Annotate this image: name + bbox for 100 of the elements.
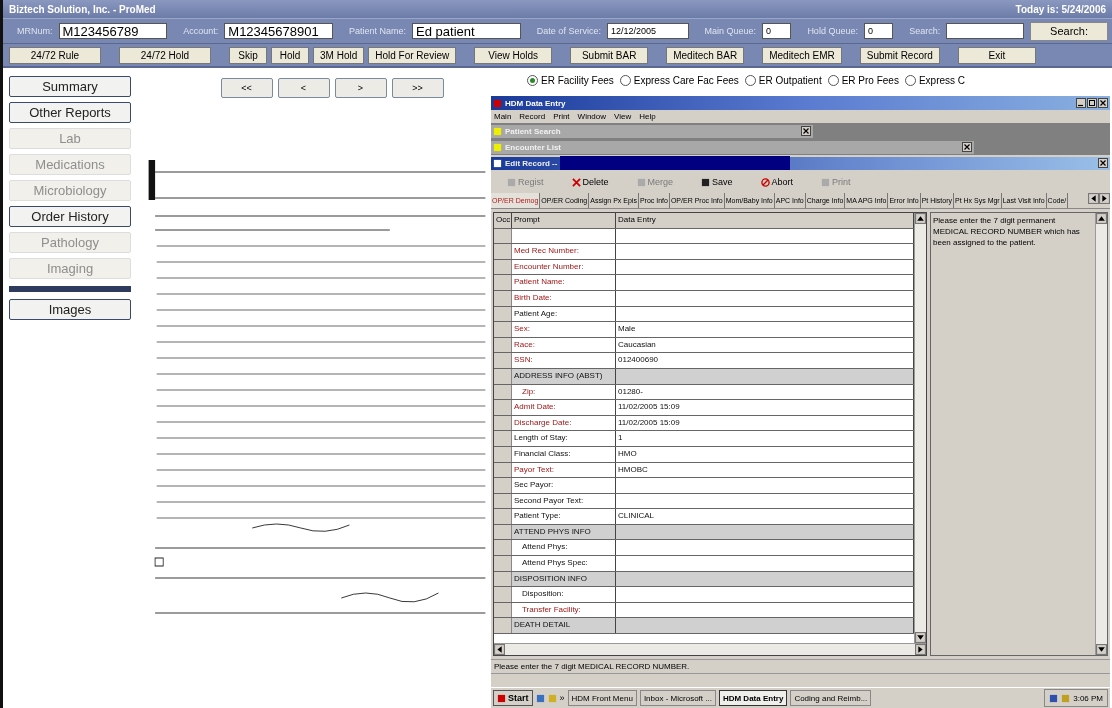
- square-icon: [636, 177, 646, 187]
- menu-item[interactable]: View: [614, 112, 632, 121]
- menu-item[interactable]: Main: [494, 112, 512, 121]
- page-nav-button[interactable]: <: [277, 78, 330, 98]
- page-nav-button[interactable]: >>: [391, 78, 444, 98]
- child-window-bar[interactable]: Edit Record --: [491, 156, 1110, 170]
- fee-type-radio[interactable]: ER Outpatient: [744, 74, 822, 86]
- toolbar-button[interactable]: Delete: [571, 177, 609, 187]
- input-field[interactable]: 12/12/2005: [606, 23, 689, 39]
- field-label: Main Queue:: [704, 26, 757, 36]
- input-field[interactable]: M123456789: [58, 23, 168, 39]
- prompt-label: Admit Date:: [512, 400, 616, 415]
- prompt-label: Length of Stay:: [512, 431, 616, 446]
- prompt-label: Sec Payor:: [512, 478, 616, 493]
- action-button[interactable]: Submit Record: [859, 46, 940, 64]
- fee-type-radio[interactable]: ER Facility Fees: [527, 74, 614, 86]
- fee-type-radio[interactable]: Express C: [904, 74, 966, 86]
- taskbar-button[interactable]: Coding and Reimb...: [790, 690, 872, 706]
- sidebar-button[interactable]: Order History: [9, 206, 131, 227]
- action-button[interactable]: Submit BAR: [570, 46, 649, 64]
- section-heading: DEATH DETAIL: [512, 618, 616, 634]
- menu-item[interactable]: Help: [639, 112, 656, 121]
- prompt-label: Med Rec Number:: [512, 244, 616, 259]
- horizontal-scrollbar[interactable]: [494, 643, 926, 655]
- prompt-label: Patient Type:: [512, 509, 616, 524]
- menu-item[interactable]: Print: [553, 112, 570, 121]
- prompt-label: Patient Name:: [512, 275, 616, 290]
- field-label: Date of Service:: [536, 26, 601, 36]
- field-label: Patient Name:: [349, 26, 407, 36]
- taskbar-button[interactable]: Inbox - Microsoft ...: [639, 690, 716, 706]
- overflow-chevron[interactable]: »: [559, 693, 565, 703]
- input-field[interactable]: 0: [863, 23, 894, 39]
- taskbar-button[interactable]: HDM Front Menu: [567, 690, 637, 706]
- page-nav-button[interactable]: >: [334, 78, 387, 98]
- row-header: [494, 244, 512, 259]
- data-entry-field[interactable]: 1: [616, 431, 914, 446]
- input-field[interactable]: 0: [762, 23, 792, 39]
- row-header: [494, 540, 512, 556]
- stop-icon: [760, 177, 770, 187]
- toolbar-button[interactable]: Save: [701, 177, 733, 187]
- action-button[interactable]: Meditech BAR: [666, 46, 745, 64]
- square-icon: [507, 177, 516, 187]
- action-button[interactable]: Meditech EMR: [762, 46, 842, 64]
- row-header: [494, 478, 512, 493]
- row-header: [494, 322, 512, 337]
- x-icon: [571, 177, 581, 187]
- close-icon[interactable]: [961, 142, 972, 152]
- data-entry-field[interactable]: Male: [616, 322, 914, 337]
- menu-item[interactable]: Record: [519, 112, 546, 121]
- data-entry-field[interactable]: 012400690: [616, 353, 914, 368]
- scroll-arrow-icon[interactable]: [1096, 644, 1107, 655]
- close-icon[interactable]: [800, 126, 811, 136]
- action-button[interactable]: Hold For Review: [368, 46, 457, 64]
- action-button[interactable]: 24/72 Hold: [119, 46, 211, 64]
- scroll-arrow-icon[interactable]: [1099, 193, 1110, 204]
- action-button[interactable]: View Holds: [474, 46, 553, 64]
- row-header: [494, 400, 512, 415]
- child-window-title: Patient Search: [505, 126, 561, 136]
- scroll-arrow-icon[interactable]: [915, 632, 926, 643]
- data-entry-field[interactable]: CLINICAL: [616, 509, 914, 524]
- start-button[interactable]: Start: [493, 690, 533, 706]
- action-button[interactable]: 24/72 Rule: [9, 46, 101, 64]
- sidebar-button[interactable]: Other Reports: [9, 102, 131, 123]
- taskbar-button[interactable]: HDM Data Entry: [718, 690, 788, 706]
- input-field[interactable]: Ed patient: [412, 23, 521, 39]
- input-field[interactable]: M12345678901: [224, 23, 334, 39]
- scroll-arrow-icon[interactable]: [915, 213, 926, 224]
- search-field[interactable]: [946, 23, 1025, 39]
- status-message: Please enter the 7 digit MEDICAL RECORD NUMBER.: [491, 659, 1110, 674]
- row-header: [494, 353, 512, 368]
- child-window-title: Encounter List: [505, 142, 561, 152]
- child-window-title: Edit Record --: [505, 158, 558, 168]
- today-date: Today is: 5/24/2006: [1015, 3, 1106, 15]
- toolbar-button[interactable]: Abort: [760, 177, 794, 187]
- sidebar-button[interactable]: Summary: [9, 76, 131, 97]
- sidebar-button[interactable]: Images: [9, 299, 131, 320]
- minimize-icon[interactable]: [1076, 98, 1086, 108]
- fee-type-radio[interactable]: ER Pro Fees: [827, 74, 899, 86]
- vertical-scrollbar[interactable]: [1095, 213, 1107, 655]
- search-button[interactable]: Search:: [1030, 21, 1108, 41]
- maximize-icon[interactable]: [1087, 98, 1097, 108]
- action-button[interactable]: 3M Hold: [313, 46, 365, 64]
- square-icon: [821, 177, 831, 187]
- scroll-arrow-icon[interactable]: [1096, 213, 1107, 224]
- close-icon[interactable]: [1098, 158, 1108, 168]
- scroll-arrow-icon[interactable]: [915, 644, 926, 655]
- vertical-scrollbar[interactable]: [914, 213, 926, 643]
- scroll-arrow-icon[interactable]: [494, 644, 505, 655]
- close-icon[interactable]: [1098, 98, 1108, 108]
- action-button[interactable]: Hold: [271, 46, 309, 64]
- menu-item[interactable]: Window: [577, 112, 607, 121]
- field-label: Hold Queue:: [807, 26, 858, 36]
- action-button[interactable]: Skip: [229, 46, 267, 64]
- prompt-label: Sex:: [512, 322, 616, 337]
- data-entry-field[interactable]: 11/02/2005 15:09: [616, 400, 914, 415]
- scroll-arrow-icon[interactable]: [1088, 193, 1099, 204]
- action-button[interactable]: Exit: [957, 46, 1036, 64]
- page-nav-button[interactable]: <<: [220, 78, 273, 98]
- square-icon: [701, 177, 711, 187]
- field-label: MRNum:: [17, 26, 53, 36]
